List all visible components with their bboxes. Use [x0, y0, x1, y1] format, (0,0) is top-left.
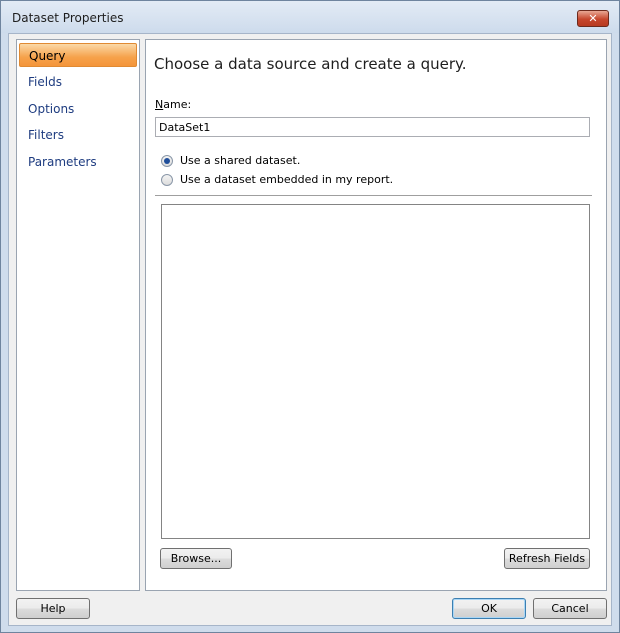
dialog-body: Query Fields Options Filters Parameters …	[8, 33, 612, 626]
nav-item-filters[interactable]: Filters	[19, 123, 137, 147]
shared-dataset-list[interactable]	[161, 204, 590, 539]
page-navigation: Query Fields Options Filters Parameters	[16, 39, 140, 591]
nav-item-options[interactable]: Options	[19, 97, 137, 121]
shared-dataset-radio[interactable]	[161, 154, 173, 167]
refresh-fields-button-label: Refresh Fields	[508, 552, 586, 565]
help-button[interactable]: Help	[16, 598, 90, 619]
query-page: Choose a data source and create a query.…	[145, 39, 607, 591]
name-label-accesskey: N	[155, 98, 164, 111]
name-label: Name:	[155, 98, 191, 111]
nav-item-fields[interactable]: Fields	[19, 70, 137, 94]
nav-item-parameters[interactable]: Parameters	[19, 150, 137, 174]
window-title: Dataset Properties	[12, 11, 124, 25]
name-label-rest: ame:	[163, 98, 192, 111]
close-button[interactable]: ✕	[577, 10, 609, 27]
title-bar[interactable]: Dataset Properties ✕	[1, 1, 619, 33]
cancel-button[interactable]: Cancel	[533, 598, 607, 619]
page-heading: Choose a data source and create a query.	[154, 55, 467, 73]
help-button-label: Help	[40, 602, 66, 615]
embedded-dataset-label: Use a dataset embedded in my report.	[180, 173, 394, 186]
nav-item-query[interactable]: Query	[19, 43, 137, 67]
embedded-dataset-radio[interactable]	[161, 173, 173, 186]
divider	[155, 195, 592, 196]
shared-dataset-option[interactable]: Use a shared dataset.	[161, 154, 300, 167]
ok-button[interactable]: OK	[452, 598, 526, 619]
dataset-name-input[interactable]	[155, 117, 590, 137]
close-icon: ✕	[588, 12, 598, 25]
ok-button-label: OK	[481, 602, 497, 615]
shared-dataset-label: Use a shared dataset.	[180, 154, 301, 167]
browse-button-label: Browse...	[170, 552, 222, 565]
embedded-dataset-option[interactable]: Use a dataset embedded in my report.	[161, 173, 393, 186]
dataset-properties-dialog: Dataset Properties ✕ Query Fields Option…	[0, 0, 620, 633]
browse-button[interactable]: Browse...	[160, 548, 232, 569]
refresh-fields-button[interactable]: Refresh Fields	[504, 548, 590, 569]
cancel-button-label: Cancel	[551, 602, 589, 615]
